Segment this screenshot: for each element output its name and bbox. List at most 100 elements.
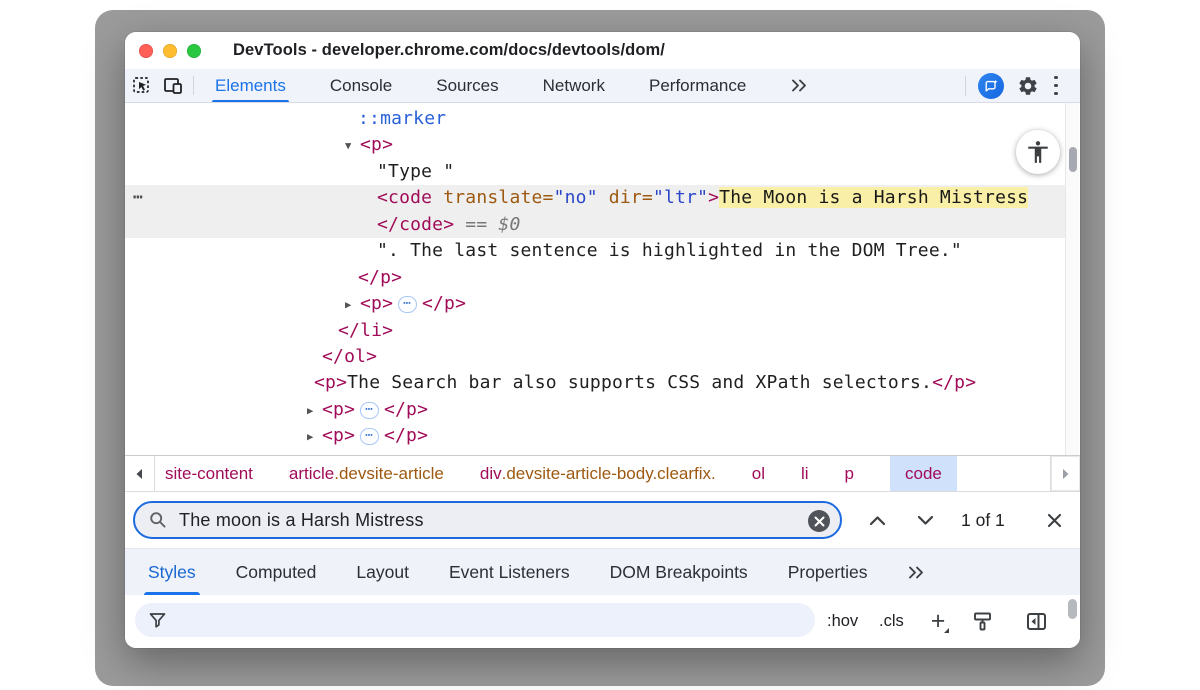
next-match-button[interactable]: [911, 492, 939, 548]
inspect-cursor-icon[interactable]: [125, 69, 157, 102]
close-window-button[interactable]: [139, 44, 153, 58]
new-style-rule-button[interactable]: +: [925, 595, 951, 648]
styles-tab-layout[interactable]: Layout: [354, 549, 411, 595]
expand-ellipsis-badge[interactable]: ⋯: [398, 296, 417, 313]
ai-assistant-icon[interactable]: [978, 73, 1004, 99]
disclosure-arrow-icon[interactable]: ▶: [307, 398, 322, 423]
dom-tree-row[interactable]: </code> == $0: [125, 212, 1065, 238]
token-tag: </li>: [338, 320, 393, 341]
elements-dom-tree: ::marker▼<p>"Type "<code translate="no" …: [125, 103, 1080, 455]
token-tag: <code: [377, 187, 432, 208]
token-text: The Search bar also supports CSS and XPa…: [347, 372, 932, 393]
panel-tabs: Elements Console Sources Network Performance: [212, 69, 787, 102]
dom-tree-row[interactable]: ▼<p>: [125, 132, 1065, 158]
token-tag: </p>: [932, 372, 976, 393]
search-input[interactable]: [179, 510, 840, 531]
dom-tree-row[interactable]: ▶<p>⋯</p>: [125, 397, 1065, 423]
window-titlebar: DevTools - developer.chrome.com/docs/dev…: [125, 32, 1080, 69]
previous-match-button[interactable]: [863, 492, 891, 548]
dom-tree-row[interactable]: </p>: [125, 265, 1065, 291]
token-gray: ==: [454, 214, 498, 235]
token-tag: </p>: [384, 399, 428, 420]
dom-tree-row[interactable]: ". The last sentence is highlighted in t…: [125, 238, 1065, 264]
styles-more-tabs-chevron-icon[interactable]: [905, 549, 928, 595]
disclosure-arrow-icon[interactable]: ▶: [345, 292, 360, 317]
disclosure-arrow-icon[interactable]: ▼: [345, 133, 360, 158]
zoom-window-button[interactable]: [187, 44, 201, 58]
styles-tab-event-listeners[interactable]: Event Listeners: [447, 549, 572, 595]
styles-tab-properties[interactable]: Properties: [786, 549, 870, 595]
dom-tree-row[interactable]: ::marker: [125, 106, 1065, 132]
token-val: "no": [554, 187, 598, 208]
token-tag: p: [845, 464, 854, 484]
rendering-brush-icon[interactable]: [967, 595, 997, 648]
styles-tab-computed[interactable]: Computed: [234, 549, 319, 595]
kebab-menu-icon[interactable]: [1044, 73, 1068, 99]
breadcrumb-item[interactable]: li: [801, 456, 809, 491]
tab-elements[interactable]: Elements: [212, 69, 289, 102]
toolbar-right-group: [961, 69, 1080, 102]
styles-tab-dom-breakpoints[interactable]: DOM Breakpoints: [608, 549, 750, 595]
scrollbar-thumb[interactable]: [1069, 147, 1077, 172]
tab-performance[interactable]: Performance: [646, 69, 749, 102]
token-tag: >: [708, 187, 719, 208]
disclosure-arrow-icon[interactable]: ▶: [307, 424, 322, 449]
more-tabs-chevron-icon[interactable]: [787, 69, 812, 102]
styles-tab-styles[interactable]: Styles: [146, 549, 198, 595]
search-field: [133, 501, 842, 539]
token-tag: </ol>: [322, 346, 377, 367]
dom-tree-row[interactable]: ▶<p>⋯</p>: [125, 291, 1065, 317]
token-tag: <p>: [322, 425, 355, 446]
token-tag: ol: [752, 464, 765, 484]
dom-tree-row[interactable]: <p>The Search bar also supports CSS and …: [125, 370, 1065, 396]
tab-sources[interactable]: Sources: [433, 69, 501, 102]
toolbar-separator: [193, 76, 194, 95]
styles-filter-bar: :hov .cls +: [125, 595, 1080, 648]
expand-ellipsis-badge[interactable]: ⋯: [360, 402, 379, 419]
dom-tree-scrollbar[interactable]: [1065, 103, 1079, 455]
devtools-toolbar: Elements Console Sources Network Performance: [125, 69, 1080, 103]
token-text: "Type ": [377, 161, 454, 182]
tab-network[interactable]: Network: [540, 69, 608, 102]
breadcrumb-scroll-left-button[interactable]: [125, 456, 155, 491]
token-tag: </code>: [377, 214, 454, 235]
element-class-toggle[interactable]: .cls: [879, 595, 904, 648]
breadcrumb-item[interactable]: article.devsite-article: [289, 456, 444, 491]
styles-scrollbar-thumb[interactable]: [1068, 599, 1077, 619]
clear-search-icon[interactable]: [808, 510, 830, 532]
dom-rows: ::marker▼<p>"Type "<code translate="no" …: [125, 106, 1065, 450]
token-attr: translate=: [432, 187, 553, 208]
dom-tree-row[interactable]: </ol>: [125, 344, 1065, 370]
breadcrumb-item[interactable]: p: [845, 456, 854, 491]
dom-tree-row[interactable]: </li>: [125, 318, 1065, 344]
breadcrumb: site-content article.devsite-article div.d…: [125, 455, 1080, 492]
token-tag: <p>: [314, 372, 347, 393]
style-filter-field[interactable]: [135, 603, 815, 637]
accessibility-overlay-button[interactable]: [1016, 130, 1060, 174]
dom-tree-row[interactable]: ▶<p>⋯</p>: [125, 423, 1065, 449]
dock-sidebar-icon[interactable]: [1021, 595, 1051, 648]
minimize-window-button[interactable]: [163, 44, 177, 58]
breadcrumb-item[interactable]: site-content: [165, 456, 253, 491]
dom-tree-row[interactable]: "Type ": [125, 159, 1065, 185]
token-tag: code: [905, 464, 942, 484]
breadcrumb-item[interactable]: code: [890, 456, 957, 491]
selected-node-gutter-marker[interactable]: ⋯: [133, 185, 143, 211]
pseudo-state-toggle[interactable]: :hov: [827, 595, 858, 648]
devtools-window: DevTools - developer.chrome.com/docs/dev…: [125, 32, 1080, 648]
search-icon: [149, 511, 167, 529]
tab-console[interactable]: Console: [327, 69, 395, 102]
token-tag: <p>: [360, 134, 393, 155]
dom-tree-row[interactable]: <code translate="no" dir="ltr">The Moon …: [125, 185, 1065, 211]
breadcrumb-scroll-right-button[interactable]: [1050, 456, 1080, 491]
breadcrumb-item[interactable]: ol: [752, 456, 765, 491]
token-tag: li: [801, 464, 809, 484]
device-toolbar-icon[interactable]: [157, 69, 189, 102]
token-grayit: $0: [498, 214, 520, 235]
breadcrumb-item[interactable]: div.devsite-article-body.clearfix.: [480, 456, 716, 491]
token-tag: </p>: [422, 293, 466, 314]
gear-icon[interactable]: [1012, 75, 1044, 97]
close-search-icon[interactable]: [1040, 492, 1068, 548]
expand-ellipsis-badge[interactable]: ⋯: [360, 428, 379, 445]
window-title: DevTools - developer.chrome.com/docs/dev…: [233, 41, 665, 60]
